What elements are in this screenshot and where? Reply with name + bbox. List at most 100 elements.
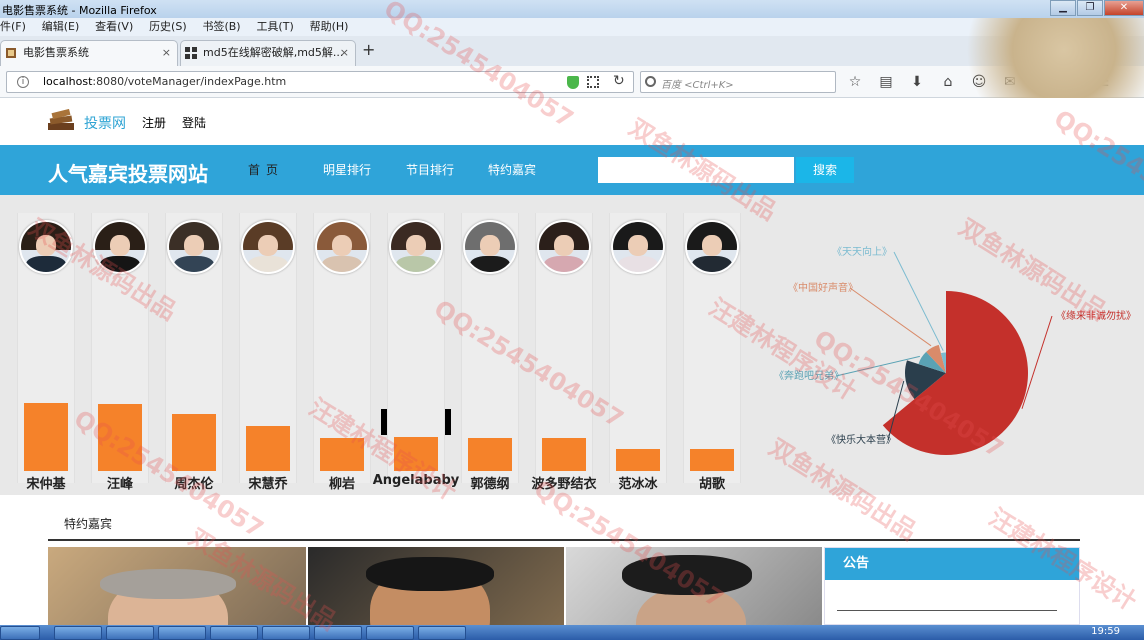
star-avatar[interactable]: [19, 220, 73, 274]
tab-bar: 电影售票系统 × md5在线解密破解,md5解... ×: [0, 36, 1144, 66]
info-icon[interactable]: i: [17, 76, 29, 88]
reload-icon[interactable]: ↻: [613, 73, 625, 89]
navigation-toolbar: i localhost:8080/voteManager/indexPage.h…: [0, 66, 1144, 98]
shield-icon[interactable]: [567, 76, 579, 89]
tab-md5[interactable]: md5在线解密破解,md5解... ×: [180, 40, 356, 66]
rose-label: 《天天向上》: [832, 245, 892, 258]
browser-search-box[interactable]: 百度 <Ctrl+K>: [640, 71, 836, 93]
rose-label: 《奔跑吧兄弟》: [774, 369, 844, 382]
menu-bookmarks[interactable]: 书签(B): [202, 18, 240, 36]
star-avatar[interactable]: [611, 220, 665, 274]
url-text[interactable]: localhost:8080/voteManager/indexPage.htm: [43, 75, 286, 88]
vote-bar[interactable]: [320, 438, 364, 471]
nav-star-ranking[interactable]: 明星排行: [323, 161, 371, 178]
rose-leader-line: [893, 251, 944, 351]
taskbar-app[interactable]: [106, 626, 154, 640]
guest-photo[interactable]: [48, 547, 306, 625]
rose-leader-line: [849, 287, 932, 347]
star-avatar[interactable]: [241, 220, 295, 274]
star-avatar[interactable]: [315, 220, 369, 274]
notice-panel: 公告: [824, 547, 1080, 625]
nav-show-ranking[interactable]: 节目排行: [406, 161, 454, 178]
nav-home[interactable]: 首页: [248, 161, 284, 178]
star-avatar[interactable]: [167, 220, 221, 274]
guest-photo[interactable]: [308, 547, 564, 625]
rose-label: 《快乐大本营》: [826, 433, 896, 446]
extension-icon[interactable]: ✲: [1063, 73, 1081, 91]
rose-slice[interactable]: [882, 291, 1028, 455]
vote-bar[interactable]: [542, 438, 586, 471]
guests-section: 特约嘉宾 公告: [0, 495, 1144, 625]
books-logo-icon: [48, 109, 74, 130]
taskbar-app[interactable]: [262, 626, 310, 640]
taskbar-app[interactable]: [418, 626, 466, 640]
browser-search-placeholder: 百度 <Ctrl+K>: [661, 80, 734, 91]
rose-label: 《中国好声音》: [788, 281, 858, 294]
search-icon: [645, 76, 656, 87]
menu-tools[interactable]: 工具(T): [256, 18, 293, 36]
tab-label: md5在线解密破解,md5解...: [203, 46, 344, 59]
vote-bar[interactable]: [394, 437, 438, 471]
star-avatar[interactable]: [537, 220, 591, 274]
menu-view[interactable]: 查看(V): [95, 18, 133, 36]
taskbar-app-explorer[interactable]: [54, 626, 102, 640]
vote-bar[interactable]: [98, 404, 142, 471]
taskbar-app[interactable]: [366, 626, 414, 640]
guests-title: 特约嘉宾: [64, 517, 113, 531]
download-icon[interactable]: ⬇: [908, 73, 926, 91]
tab-ticket-system[interactable]: 电影售票系统 ×: [0, 40, 178, 66]
close-tab-icon[interactable]: ×: [162, 41, 171, 65]
menu-history[interactable]: 历史(S): [149, 18, 187, 36]
account-icon[interactable]: ☺: [970, 73, 988, 91]
site-search-input[interactable]: [598, 157, 794, 183]
notice-title: 公告: [825, 548, 1079, 580]
mail-icon[interactable]: ✉: [1001, 73, 1019, 91]
vote-bar[interactable]: [468, 438, 512, 471]
menu-bar: 件(F) 编辑(E) 查看(V) 历史(S) 书签(B) 工具(T) 帮助(H): [0, 18, 1144, 36]
qr-code-icon[interactable]: [587, 76, 599, 88]
window-buttons: ▁ ❐ ✕: [1049, 0, 1144, 18]
nav-guests[interactable]: 特约嘉宾: [488, 161, 536, 178]
site-logo-text[interactable]: 投票网: [84, 113, 126, 133]
guests-divider: [48, 539, 1080, 541]
menu-icon[interactable]: ☰: [1094, 73, 1112, 91]
register-link[interactable]: 注册: [142, 114, 166, 131]
main-nav: 人气嘉宾投票网站 首页 明星排行 节目排行 特约嘉宾 搜索: [0, 145, 1144, 195]
star-avatar[interactable]: [463, 220, 517, 274]
taskbar-app[interactable]: [314, 626, 362, 640]
taskbar-app-firefox[interactable]: [210, 626, 258, 640]
start-button[interactable]: [0, 626, 40, 640]
tab-label: 电影售票系统: [23, 46, 89, 59]
window-titlebar: 电影售票系统 - Mozilla Firefox ▁ ❐ ✕: [0, 0, 1144, 18]
close-window-button[interactable]: ✕: [1104, 0, 1144, 16]
vote-bar[interactable]: [172, 414, 216, 471]
star-avatar[interactable]: [685, 220, 739, 274]
guest-photo[interactable]: [566, 547, 822, 625]
undo-icon[interactable]: ↶: [1032, 73, 1050, 91]
url-bar[interactable]: i localhost:8080/voteManager/indexPage.h…: [6, 71, 634, 93]
star-avatar[interactable]: [93, 220, 147, 274]
vote-bar[interactable]: [616, 449, 660, 471]
toolbar-icons: ☆ ▤ ⬇ ⌂ ☺ ✉ ↶ ✲ ☰: [846, 73, 1125, 91]
maximize-button[interactable]: ❐: [1077, 0, 1103, 16]
star-avatar[interactable]: [389, 220, 443, 274]
vote-bar[interactable]: [690, 449, 734, 471]
site-search-button[interactable]: 搜索: [796, 157, 854, 183]
menu-help[interactable]: 帮助(H): [310, 18, 349, 36]
login-link[interactable]: 登陆: [182, 114, 206, 131]
menu-edit[interactable]: 编辑(E): [42, 18, 80, 36]
bookmark-star-icon[interactable]: ☆: [846, 73, 864, 91]
page-icon: [6, 48, 16, 58]
close-tab-icon[interactable]: ×: [340, 41, 349, 65]
home-icon[interactable]: ⌂: [939, 73, 957, 91]
minimize-button[interactable]: ▁: [1050, 0, 1076, 16]
taskbar-clock: 19:59: [1091, 626, 1120, 637]
menu-file[interactable]: 件(F): [0, 18, 26, 36]
reading-list-icon[interactable]: ▤: [877, 73, 895, 91]
notice-divider: [837, 610, 1057, 611]
vote-bar[interactable]: [24, 403, 68, 471]
taskbar-app[interactable]: [158, 626, 206, 640]
site-top-bar: 投票网 注册 登陆: [0, 99, 1144, 145]
new-tab-button[interactable]: +: [362, 40, 375, 59]
vote-bar[interactable]: [246, 426, 290, 471]
